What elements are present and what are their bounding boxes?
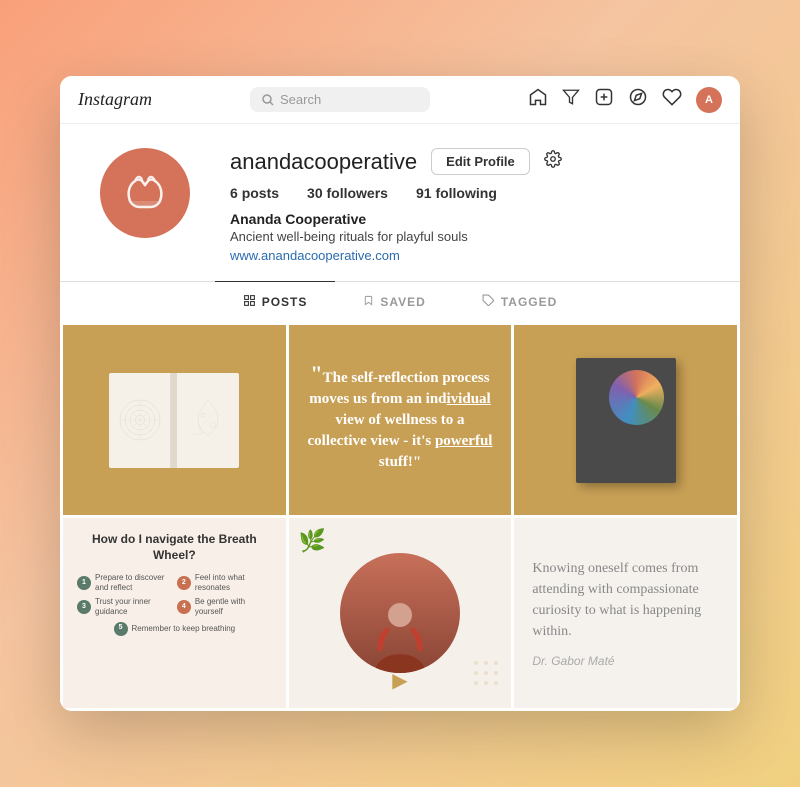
- search-box[interactable]: Search: [250, 87, 430, 112]
- breath-step-center: 5 Remember to keep breathing: [77, 622, 272, 636]
- step-5-text: Remember to keep breathing: [132, 624, 236, 634]
- compass-icon[interactable]: [628, 87, 648, 112]
- search-icon: [262, 94, 274, 106]
- settings-icon[interactable]: [544, 150, 562, 173]
- add-icon[interactable]: [594, 87, 614, 112]
- tab-posts[interactable]: POSTS: [215, 281, 336, 322]
- tagged-tab-label: TAGGED: [501, 295, 557, 309]
- tabs: POSTS SAVED TAGGED: [60, 281, 740, 322]
- post-3[interactable]: [514, 325, 737, 515]
- quote2-author: Dr. Gabor Maté: [532, 654, 614, 668]
- instagram-logo: Instagram: [78, 89, 152, 110]
- profile-info: anandacooperative Edit Profile 6 posts 3…: [230, 148, 700, 265]
- posts-stat[interactable]: 6 posts: [230, 185, 279, 201]
- quote-text: "The self-reflection process moves us fr…: [305, 368, 496, 473]
- filter-icon[interactable]: [562, 88, 580, 111]
- avatar[interactable]: A: [696, 87, 722, 113]
- breath-step-1: 1 Prepare to discover and reflect: [77, 573, 172, 592]
- step-3-text: Trust your inner guidance: [95, 597, 172, 616]
- person-circle: [340, 553, 460, 673]
- topbar: Instagram Search: [60, 76, 740, 124]
- profile-section: anandacooperative Edit Profile 6 posts 3…: [60, 124, 740, 281]
- post-6[interactable]: Knowing oneself comes from attending wit…: [514, 518, 737, 708]
- profile-avatar: [100, 148, 190, 238]
- saved-tab-label: SAVED: [380, 295, 425, 309]
- book-page-left: [109, 373, 171, 468]
- following-label: following: [435, 185, 496, 201]
- followers-stat[interactable]: 30 followers: [307, 185, 388, 201]
- breath-steps: 1 Prepare to discover and reflect 2 Feel…: [77, 573, 272, 616]
- post-5[interactable]: 🌿: [289, 518, 512, 708]
- book-cover: [576, 358, 676, 483]
- breath-step-3: 3 Trust your inner guidance: [77, 597, 172, 616]
- breath-step-5: 5 Remember to keep breathing: [114, 622, 236, 636]
- saved-tab-icon: [363, 294, 374, 310]
- step-3-circle: 3: [77, 600, 91, 614]
- dot-decoration: [471, 658, 501, 688]
- topbar-icons: A: [528, 87, 722, 113]
- profile-header: anandacooperative Edit Profile: [230, 148, 700, 175]
- tab-tagged[interactable]: TAGGED: [454, 281, 585, 322]
- tagged-tab-icon: [482, 294, 495, 310]
- book-page-right: [177, 373, 239, 468]
- post-4[interactable]: How do I navigate the Breath Wheel? 1 Pr…: [63, 518, 286, 708]
- person-figure: [340, 553, 460, 673]
- stats-row: 6 posts 30 followers 91 following: [230, 185, 700, 201]
- breath-wheel: How do I navigate the Breath Wheel? 1 Pr…: [77, 532, 272, 636]
- website-link[interactable]: www.anandacooperative.com: [230, 248, 400, 263]
- arrow-decoration: ▶: [392, 668, 407, 693]
- edit-profile-button[interactable]: Edit Profile: [431, 148, 530, 175]
- step-4-circle: 4: [177, 600, 191, 614]
- followers-label: followers: [327, 185, 388, 201]
- home-icon[interactable]: [528, 87, 548, 112]
- heart-icon[interactable]: [662, 87, 682, 112]
- quote2-text: Knowing oneself comes from attending wit…: [532, 558, 719, 642]
- bio: Ancient well-being rituals for playful s…: [230, 229, 700, 244]
- display-name: Ananda Cooperative: [230, 211, 700, 227]
- book-open: [109, 373, 239, 468]
- leaf-icon: 🌿: [299, 528, 326, 554]
- step-1-circle: 1: [77, 576, 91, 590]
- posts-grid: "The self-reflection process moves us fr…: [60, 322, 740, 711]
- posts-label: posts: [242, 185, 279, 201]
- book-cover-circle: [609, 370, 664, 425]
- step-2-circle: 2: [177, 576, 191, 590]
- step-2-text: Feel into what resonates: [195, 573, 272, 592]
- tab-saved[interactable]: SAVED: [335, 281, 453, 322]
- username: anandacooperative: [230, 149, 417, 175]
- posts-tab-label: POSTS: [262, 295, 308, 309]
- post-1[interactable]: [63, 325, 286, 515]
- breath-step-4: 4 Be gentle with yourself: [177, 597, 272, 616]
- step-1-text: Prepare to discover and reflect: [95, 573, 172, 592]
- breath-step-2: 2 Feel into what resonates: [177, 573, 272, 592]
- search-placeholder: Search: [280, 92, 321, 107]
- instagram-window: Instagram Search: [60, 76, 740, 711]
- following-stat[interactable]: 91 following: [416, 185, 497, 201]
- post-2[interactable]: "The self-reflection process moves us fr…: [289, 325, 512, 515]
- step-4-text: Be gentle with yourself: [195, 597, 272, 616]
- posts-tab-icon: [243, 294, 256, 310]
- step-5-circle: 5: [114, 622, 128, 636]
- breath-title: How do I navigate the Breath Wheel?: [77, 532, 272, 563]
- post5-bg: 🌿: [289, 518, 512, 708]
